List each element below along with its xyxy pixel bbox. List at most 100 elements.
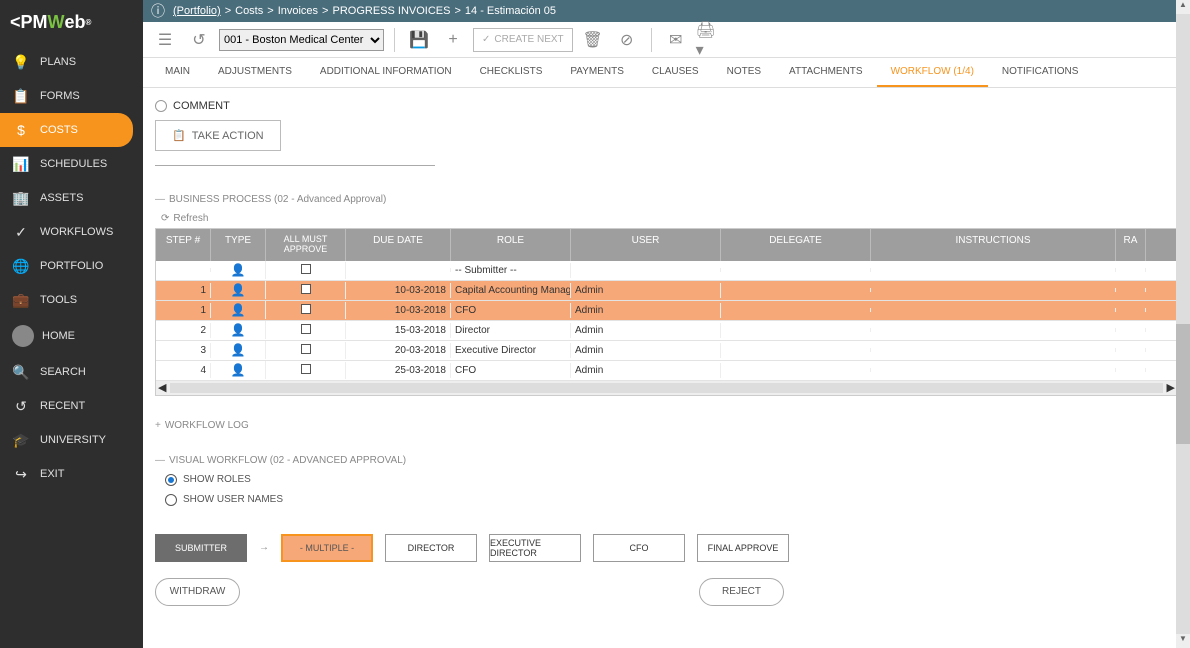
col-due[interactable]: DUE DATE: [346, 229, 451, 261]
tab-clauses[interactable]: CLAUSES: [638, 58, 713, 87]
table-row[interactable]: 2👤15-03-2018DirectorAdmin: [156, 321, 1177, 341]
cell-rank: [1116, 348, 1146, 352]
tab-adjustments[interactable]: ADJUSTMENTS: [204, 58, 306, 87]
breadcrumb-part[interactable]: Invoices: [278, 5, 318, 17]
col-approve[interactable]: ALL MUST APPROVE: [266, 229, 346, 261]
scroll-track[interactable]: [170, 383, 1162, 393]
tab-additional-information[interactable]: ADDITIONAL INFORMATION: [306, 58, 466, 87]
avatar-icon: [12, 325, 34, 347]
show-roles-option[interactable]: SHOW ROLES: [165, 474, 1178, 486]
refresh-button[interactable]: ⟳ Refresh: [155, 209, 214, 228]
col-type[interactable]: TYPE: [211, 229, 266, 261]
collapse-icon[interactable]: —: [155, 194, 165, 205]
sidebar-item-search[interactable]: 🔍SEARCH: [0, 355, 143, 389]
tab-workflow-1-4-[interactable]: WORKFLOW (1/4): [877, 58, 988, 87]
scroll-thumb[interactable]: [1176, 324, 1190, 444]
col-user[interactable]: USER: [571, 229, 721, 261]
tab-attachments[interactable]: ATTACHMENTS: [775, 58, 877, 87]
nav-icon: 🏢: [12, 189, 30, 207]
breadcrumb-part[interactable]: Costs: [235, 5, 263, 17]
sidebar-item-portfolio[interactable]: 🌐PORTFOLIO: [0, 249, 143, 283]
table-row[interactable]: 1👤10-03-2018Capital Accounting ManageAdm…: [156, 281, 1177, 301]
col-role[interactable]: ROLE: [451, 229, 571, 261]
workflow-log-header[interactable]: + WORKFLOW LOG: [155, 420, 1178, 431]
breadcrumb-part[interactable]: PROGRESS INVOICES: [332, 5, 450, 17]
tab-main[interactable]: MAIN: [151, 58, 204, 87]
email-icon[interactable]: ✉: [662, 26, 690, 54]
sidebar-item-home[interactable]: HOME: [0, 317, 143, 355]
tab-payments[interactable]: PAYMENTS: [556, 58, 638, 87]
cell-approve[interactable]: [266, 342, 346, 359]
list-icon[interactable]: ☰: [151, 26, 179, 54]
cell-approve[interactable]: [266, 282, 346, 299]
sidebar-item-plans[interactable]: 💡PLANS: [0, 45, 143, 79]
radio-checked-icon[interactable]: [165, 474, 177, 486]
save-icon[interactable]: 💾: [405, 26, 433, 54]
scroll-left-icon[interactable]: ◀: [158, 381, 166, 394]
table-row[interactable]: 4👤25-03-2018CFOAdmin: [156, 361, 1177, 381]
checkbox-icon[interactable]: [301, 324, 311, 334]
tab-checklists[interactable]: CHECKLISTS: [466, 58, 557, 87]
show-users-option[interactable]: SHOW USER NAMES: [165, 494, 1178, 506]
table-row[interactable]: 1👤10-03-2018CFOAdmin: [156, 301, 1177, 321]
tab-notifications[interactable]: NOTIFICATIONS: [988, 58, 1092, 87]
breadcrumb-root[interactable]: (Portfolio): [173, 5, 221, 17]
workflow-box-executive-director[interactable]: EXECUTIVE DIRECTOR: [489, 534, 581, 562]
create-next-button[interactable]: ✓CREATE NEXT: [473, 28, 573, 52]
cell-approve[interactable]: [266, 362, 346, 379]
logo[interactable]: <PMWeb®: [0, 0, 143, 45]
workflow-box-final-approve[interactable]: FINAL APPROVE: [697, 534, 789, 562]
workflow-box-director[interactable]: DIRECTOR: [385, 534, 477, 562]
vertical-scrollbar[interactable]: ▲ ▼: [1176, 0, 1190, 648]
workflow-box-cfo[interactable]: CFO: [593, 534, 685, 562]
sidebar-item-schedules[interactable]: 📊SCHEDULES: [0, 147, 143, 181]
tab-notes[interactable]: NOTES: [713, 58, 775, 87]
undo-icon[interactable]: ↺: [185, 26, 213, 54]
cell-approve[interactable]: [266, 262, 346, 279]
col-instructions[interactable]: INSTRUCTIONS: [871, 229, 1116, 261]
col-delegate[interactable]: DELEGATE: [721, 229, 871, 261]
breadcrumb-part[interactable]: 14 - Estimación 05: [465, 5, 556, 17]
sidebar-item-tools[interactable]: 💼TOOLS: [0, 283, 143, 317]
checkbox-icon[interactable]: [301, 284, 311, 294]
cell-rank: [1116, 368, 1146, 372]
sidebar-item-forms[interactable]: 📋FORMS: [0, 79, 143, 113]
take-action-button[interactable]: 📋 TAKE ACTION: [155, 120, 281, 151]
col-step[interactable]: STEP #: [156, 229, 211, 261]
scroll-down-icon[interactable]: ▼: [1176, 634, 1190, 648]
col-rank[interactable]: RA: [1116, 229, 1146, 261]
sidebar-item-workflows[interactable]: ✓WORKFLOWS: [0, 215, 143, 249]
cell-approve[interactable]: [266, 322, 346, 339]
table-row[interactable]: 👤-- Submitter --: [156, 261, 1177, 281]
delete-icon[interactable]: 🗑: [579, 26, 607, 54]
sidebar-item-recent[interactable]: ↺RECENT: [0, 389, 143, 423]
sidebar-item-exit[interactable]: ↪EXIT: [0, 457, 143, 491]
collapse-icon-2[interactable]: —: [155, 455, 165, 466]
checkbox-icon[interactable]: [301, 264, 311, 274]
workflow-box-submitter[interactable]: SUBMITTER: [155, 534, 247, 562]
print-icon[interactable]: 🖨 ▾: [696, 26, 724, 54]
comment-radio[interactable]: [155, 100, 167, 112]
nav-icon: $: [12, 121, 30, 139]
checkbox-icon[interactable]: [301, 344, 311, 354]
reject-button[interactable]: REJECT: [699, 578, 784, 606]
withdraw-button[interactable]: WITHDRAW: [155, 578, 240, 606]
add-icon[interactable]: +: [439, 26, 467, 54]
table-row[interactable]: 3👤20-03-2018Executive DirectorAdmin: [156, 341, 1177, 361]
cancel-icon[interactable]: ⊘: [613, 26, 641, 54]
project-select[interactable]: 001 - Boston Medical Center - Rockv: [219, 29, 384, 51]
grid-horizontal-scrollbar[interactable]: ◀ ▶: [156, 381, 1177, 395]
scroll-track-vertical[interactable]: [1176, 14, 1190, 634]
cell-approve[interactable]: [266, 302, 346, 319]
radio-unchecked-icon[interactable]: [165, 494, 177, 506]
sidebar-item-costs[interactable]: $COSTS: [0, 113, 133, 147]
sidebar-item-assets[interactable]: 🏢ASSETS: [0, 181, 143, 215]
sidebar-item-university[interactable]: 🎓UNIVERSITY: [0, 423, 143, 457]
info-icon[interactable]: ⓘ: [151, 1, 165, 21]
checkbox-icon[interactable]: [301, 364, 311, 374]
workflow-box--multiple-[interactable]: - MULTIPLE -: [281, 534, 373, 562]
expand-icon[interactable]: +: [155, 420, 161, 431]
scroll-right-icon[interactable]: ▶: [1167, 381, 1175, 394]
checkbox-icon[interactable]: [301, 304, 311, 314]
scroll-up-icon[interactable]: ▲: [1176, 0, 1190, 14]
